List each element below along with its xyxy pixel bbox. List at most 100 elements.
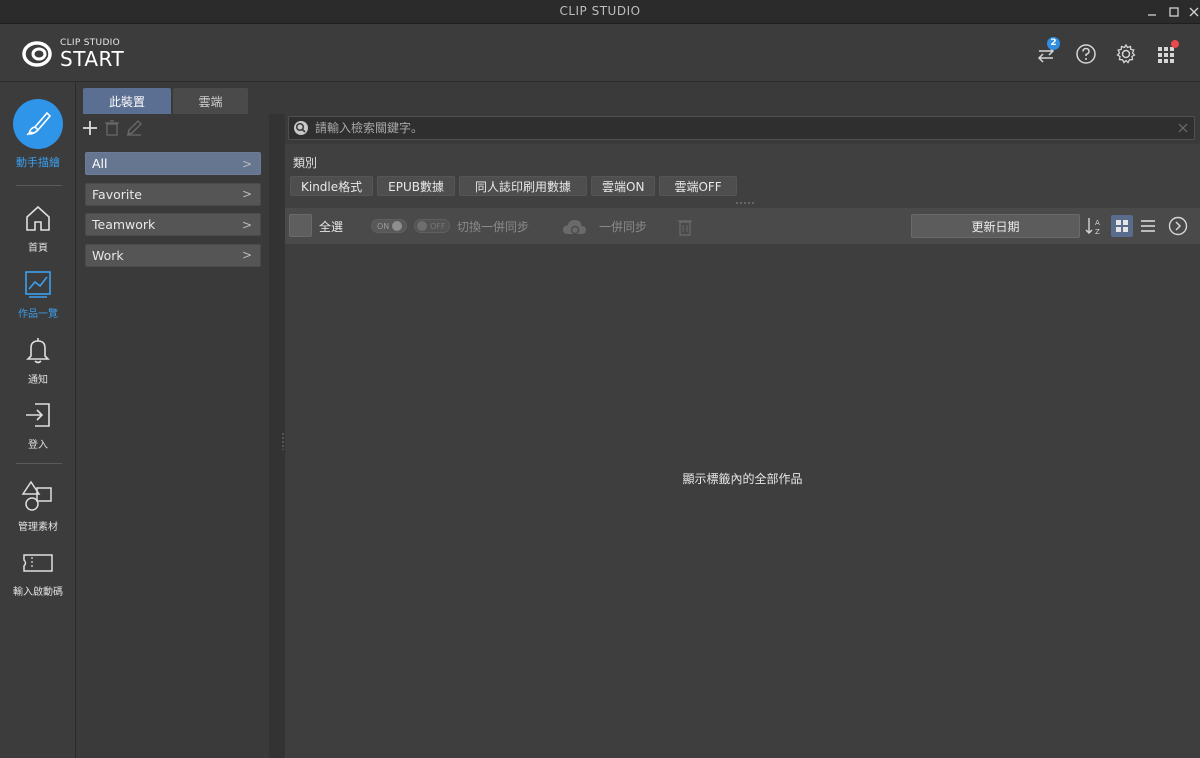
close-icon[interactable] [1184, 2, 1200, 22]
logo-big-text: START [60, 47, 125, 71]
category-list: All > Favorite > Teamwork > Work > [85, 152, 261, 274]
toggle-knob [392, 221, 403, 231]
filter-chip-cloud-on[interactable]: 雲端ON [591, 176, 656, 196]
category-item-work[interactable]: Work > [85, 243, 261, 267]
add-category-button[interactable] [79, 118, 101, 138]
search-icon [294, 121, 308, 135]
draw-feature-circle [13, 99, 63, 149]
nav-draw[interactable]: 動手描繪 [0, 99, 76, 170]
tab-this-device[interactable]: 此裝置 [83, 88, 171, 114]
title-bar: CLIP STUDIO [0, 0, 1200, 24]
app-header: CLIP STUDIO START 2 [0, 24, 1200, 82]
nav-home[interactable]: 首頁 [0, 203, 76, 254]
nav-manage-materials[interactable]: 管理素材 [0, 480, 76, 533]
apps-menu-button[interactable] [1154, 40, 1179, 66]
chevron-right-icon: > [241, 217, 252, 232]
trash-icon [105, 120, 119, 136]
notification-dot [1171, 40, 1179, 48]
category-label: Favorite [92, 186, 142, 202]
switch-sync-label: 切換一併同步 [457, 220, 530, 234]
category-label: Teamwork [92, 217, 156, 232]
chevron-right-icon: > [241, 187, 252, 201]
sync-off-toggle[interactable]: OFF [414, 219, 450, 233]
splitter-grip [282, 432, 284, 450]
filter-resize-handle[interactable] [735, 202, 755, 204]
toggle-off-text: OFF [430, 221, 446, 231]
window-title: CLIP STUDIO [559, 4, 641, 18]
category-item-all[interactable]: All > [85, 152, 261, 175]
clear-search-icon[interactable] [1178, 123, 1188, 133]
sync-button[interactable]: 2 [1034, 37, 1060, 66]
category-item-teamwork[interactable]: Teamwork > [85, 213, 261, 236]
gear-icon [1116, 43, 1136, 64]
toggle-on-text: ON [377, 221, 390, 231]
panel-splitter[interactable] [269, 114, 285, 758]
nav-activation-code-label: 輸入啟動碼 [13, 587, 63, 598]
filter-chip-kindle[interactable]: Kindle格式 [290, 176, 374, 196]
edit-category-button[interactable] [123, 118, 145, 138]
sync-badge: 2 [1047, 37, 1060, 50]
category-item-favorite[interactable]: Favorite > [85, 182, 261, 206]
category-tools [79, 118, 145, 138]
plus-icon [83, 121, 97, 135]
cloud-sync-icon[interactable] [561, 217, 589, 237]
login-icon [26, 403, 50, 427]
logo-mark-icon [22, 41, 52, 67]
chevron-circle-right-icon [1168, 216, 1188, 236]
sort-direction-button[interactable]: A Z [1083, 215, 1105, 237]
nav-activation-code[interactable]: 輸入啟動碼 [0, 549, 76, 598]
category-panel: 此裝置 雲端 All > Favorite > Teamwork > Work … [77, 83, 269, 758]
sync-all-label: 一併同步 [599, 220, 648, 234]
sort-order-button[interactable]: 更新日期 [911, 214, 1080, 238]
svg-text:Z: Z [1095, 228, 1100, 236]
sync-on-toggle[interactable]: ON [371, 219, 407, 233]
list-view-button[interactable] [1137, 215, 1159, 237]
bell-icon [26, 338, 50, 364]
select-all-label: 全選 [319, 220, 344, 234]
brush-icon [26, 111, 52, 136]
works-toolbar: 全選 ON OFF 切換一併同步 一併同步 更新日期 A Z [285, 208, 1200, 244]
nav-home-label: 首頁 [28, 243, 48, 254]
filter-chip-doujinshi[interactable]: 同人誌印刷用數據 [459, 176, 588, 196]
search-bar [288, 116, 1195, 140]
works-main-area: 類別 Kindle格式 EPUB數據 同人誌印刷用數據 雲端ON 雲端OFF 全… [285, 114, 1200, 758]
filter-chip-cloud-off[interactable]: 雲端OFF [659, 176, 737, 196]
trash-icon[interactable] [677, 218, 693, 236]
filter-chips: Kindle格式 EPUB數據 同人誌印刷用數據 雲端ON 雲端OFF [290, 176, 741, 196]
toggle-knob [417, 221, 427, 231]
filter-chip-epub[interactable]: EPUB數據 [377, 176, 455, 196]
open-detail-button[interactable] [1167, 215, 1189, 237]
category-filters: 類別 Kindle格式 EPUB數據 同人誌印刷用數據 雲端ON 雲端OFF [285, 144, 1200, 208]
filter-caption: 類別 [293, 156, 318, 170]
grid-view-button[interactable] [1111, 215, 1133, 237]
storage-tabs: 此裝置 雲端 [83, 88, 250, 114]
nav-login[interactable]: 登入 [0, 400, 76, 451]
left-navigation: 動手描繪 首頁 作品一覽 通知 登入 管理素材 輸入啟動碼 [0, 83, 76, 758]
search-input[interactable] [315, 121, 1175, 135]
nav-notifications[interactable]: 通知 [0, 335, 76, 386]
home-icon [26, 205, 50, 231]
nav-notifications-label: 通知 [28, 375, 48, 386]
nav-manage-materials-label: 管理素材 [18, 522, 58, 533]
nav-separator [16, 463, 62, 464]
delete-category-button[interactable] [101, 118, 123, 138]
select-all-checkbox[interactable] [289, 214, 312, 237]
list-view-icon [1141, 220, 1155, 232]
settings-button[interactable] [1114, 42, 1138, 66]
category-label: All [92, 156, 108, 171]
empty-state-message: 顯示標籤內的全部作品 [682, 472, 803, 486]
nav-login-label: 登入 [28, 440, 48, 451]
works-gallery-icon [25, 271, 51, 298]
svg-text:A: A [1095, 219, 1100, 227]
nav-works[interactable]: 作品一覽 [0, 269, 76, 320]
minimize-icon[interactable] [1142, 2, 1162, 22]
help-button[interactable] [1074, 42, 1098, 66]
grid-view-icon [1116, 220, 1128, 232]
clip-studio-logo: CLIP STUDIO START [22, 38, 124, 70]
tab-cloud[interactable]: 雲端 [173, 88, 248, 114]
chevron-right-icon: > [241, 248, 252, 262]
ticket-icon [23, 554, 53, 572]
sort-az-icon: A Z [1085, 218, 1100, 236]
works-content-area: 顯示標籤內的全部作品 [285, 244, 1200, 758]
maximize-icon[interactable] [1164, 2, 1184, 22]
